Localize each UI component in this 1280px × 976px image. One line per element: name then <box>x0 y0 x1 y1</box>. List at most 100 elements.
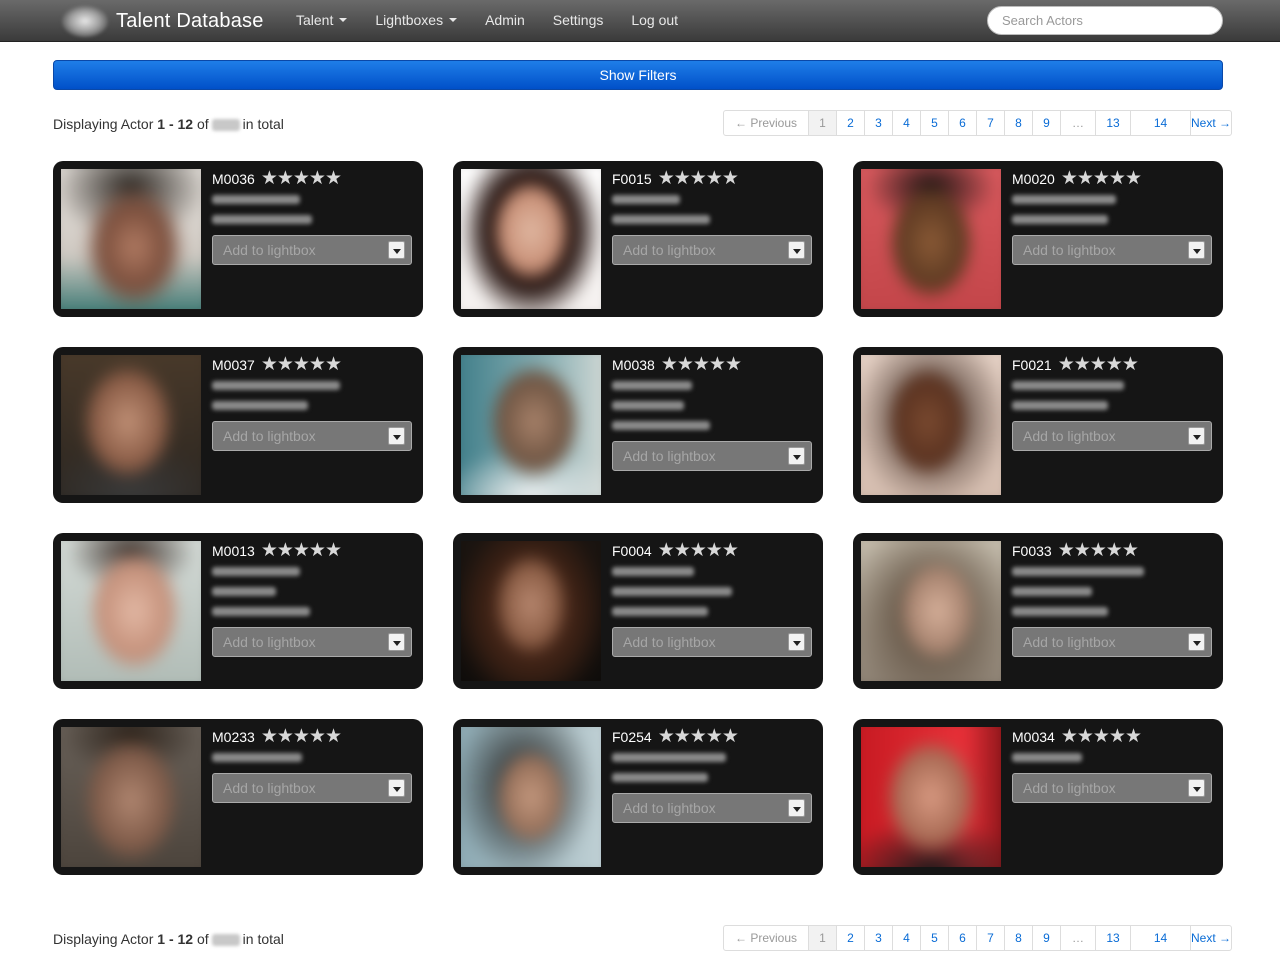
star-rating-icon[interactable]: ★★★★★ <box>658 541 739 561</box>
dropdown-arrow-icon[interactable] <box>1188 241 1205 259</box>
actor-photo[interactable] <box>61 727 201 867</box>
actor-code[interactable]: M0233 <box>212 729 255 745</box>
actor-code[interactable]: M0034 <box>1012 729 1055 745</box>
actor-photo-image <box>861 169 1001 309</box>
pagination-page-4[interactable]: 4 <box>892 926 920 950</box>
star-rating-icon[interactable]: ★★★★★ <box>261 541 342 561</box>
pagination-page-3[interactable]: 3 <box>864 111 892 135</box>
nav-admin[interactable]: Admin <box>471 0 539 42</box>
star-rating-icon[interactable]: ★★★★★ <box>1058 541 1139 561</box>
add-to-lightbox-label: Add to lightbox <box>223 428 316 444</box>
nav-talent[interactable]: Talent <box>282 0 361 42</box>
star-rating-icon[interactable]: ★★★★★ <box>1058 355 1139 375</box>
pagination-page-7[interactable]: 7 <box>976 111 1004 135</box>
star-rating-icon[interactable]: ★★★★★ <box>1061 169 1142 189</box>
actor-code[interactable]: M0036 <box>212 171 255 187</box>
pagination-page-8[interactable]: 8 <box>1004 111 1032 135</box>
dropdown-arrow-icon[interactable] <box>388 427 405 445</box>
actor-photo[interactable] <box>861 727 1001 867</box>
pagination-page-14[interactable]: 14 <box>1130 926 1190 950</box>
actor-code[interactable]: F0015 <box>612 171 652 187</box>
add-to-lightbox-select[interactable]: Add to lightbox <box>212 627 412 657</box>
dropdown-arrow-icon[interactable] <box>788 447 805 465</box>
dropdown-arrow-icon[interactable] <box>388 633 405 651</box>
pagination-page-3[interactable]: 3 <box>864 926 892 950</box>
nav-logout[interactable]: Log out <box>617 0 692 42</box>
actor-code[interactable]: F0021 <box>1012 357 1052 373</box>
add-to-lightbox-select[interactable]: Add to lightbox <box>212 235 412 265</box>
actor-photo-image <box>61 541 201 681</box>
add-to-lightbox-select[interactable]: Add to lightbox <box>1012 773 1212 803</box>
dropdown-arrow-icon[interactable] <box>788 799 805 817</box>
pagination-page-9[interactable]: 9 <box>1032 111 1060 135</box>
actor-code[interactable]: M0013 <box>212 543 255 559</box>
actor-header: M0036 ★★★★★ <box>212 169 412 189</box>
actor-photo[interactable] <box>61 541 201 681</box>
dropdown-arrow-icon[interactable] <box>788 241 805 259</box>
dropdown-arrow-icon[interactable] <box>1188 633 1205 651</box>
pagination-page-2[interactable]: 2 <box>836 111 864 135</box>
brand[interactable]: Talent Database <box>62 4 264 38</box>
actor-photo[interactable] <box>461 355 601 495</box>
pagination-page-5[interactable]: 5 <box>920 926 948 950</box>
star-rating-icon[interactable]: ★★★★★ <box>261 727 342 747</box>
pagination-page-9[interactable]: 9 <box>1032 926 1060 950</box>
nav-settings[interactable]: Settings <box>539 0 618 42</box>
pagination-page-4[interactable]: 4 <box>892 111 920 135</box>
actor-photo[interactable] <box>461 541 601 681</box>
dropdown-arrow-icon[interactable] <box>788 633 805 651</box>
redacted-text <box>212 566 300 576</box>
pagination-next[interactable]: Next → <box>1190 926 1231 950</box>
star-rating-icon[interactable]: ★★★★★ <box>658 169 739 189</box>
actor-code[interactable]: F0254 <box>612 729 652 745</box>
pagination-page-14[interactable]: 14 <box>1130 111 1190 135</box>
pagination-page-5[interactable]: 5 <box>920 111 948 135</box>
show-filters-button[interactable]: Show Filters <box>53 60 1223 90</box>
pagination-page-13[interactable]: 13 <box>1095 926 1130 950</box>
dropdown-arrow-icon[interactable] <box>388 241 405 259</box>
add-to-lightbox-select[interactable]: Add to lightbox <box>1012 421 1212 451</box>
star-rating-icon[interactable]: ★★★★★ <box>658 727 739 747</box>
actor-code[interactable]: F0033 <box>1012 543 1052 559</box>
actor-code[interactable]: M0037 <box>212 357 255 373</box>
actor-photo[interactable] <box>61 355 201 495</box>
add-to-lightbox-select[interactable]: Add to lightbox <box>612 441 812 471</box>
redacted-detail-line <box>1012 561 1212 581</box>
actor-photo[interactable] <box>461 727 601 867</box>
pagination-page-6[interactable]: 6 <box>948 926 976 950</box>
star-rating-icon[interactable]: ★★★★★ <box>261 169 342 189</box>
actor-photo[interactable] <box>461 169 601 309</box>
actor-photo[interactable] <box>861 169 1001 309</box>
add-to-lightbox-select[interactable]: Add to lightbox <box>612 235 812 265</box>
add-to-lightbox-select[interactable]: Add to lightbox <box>1012 627 1212 657</box>
star-rating-icon[interactable]: ★★★★★ <box>1061 727 1142 747</box>
actor-photo[interactable] <box>861 541 1001 681</box>
add-to-lightbox-select[interactable]: Add to lightbox <box>212 773 412 803</box>
pagination-page-8[interactable]: 8 <box>1004 926 1032 950</box>
actor-info: M0020 ★★★★★ Add to lightbox <box>1012 169 1212 265</box>
actor-code[interactable]: M0020 <box>1012 171 1055 187</box>
nav-lightboxes[interactable]: Lightboxes <box>361 0 471 42</box>
actor-photo[interactable] <box>861 355 1001 495</box>
search-actors-input[interactable] <box>987 6 1223 35</box>
add-to-lightbox-select[interactable]: Add to lightbox <box>612 793 812 823</box>
pagination-page-7[interactable]: 7 <box>976 926 1004 950</box>
pagination-page-6[interactable]: 6 <box>948 111 976 135</box>
dropdown-arrow-icon[interactable] <box>1188 779 1205 797</box>
add-to-lightbox-label: Add to lightbox <box>1023 634 1116 650</box>
redacted-text <box>1012 752 1082 762</box>
nav-lightboxes-label: Lightboxes <box>375 12 444 28</box>
actor-code[interactable]: F0004 <box>612 543 652 559</box>
add-to-lightbox-select[interactable]: Add to lightbox <box>612 627 812 657</box>
add-to-lightbox-select[interactable]: Add to lightbox <box>212 421 412 451</box>
pagination-page-13[interactable]: 13 <box>1095 111 1130 135</box>
dropdown-arrow-icon[interactable] <box>388 779 405 797</box>
star-rating-icon[interactable]: ★★★★★ <box>261 355 342 375</box>
pagination-page-2[interactable]: 2 <box>836 926 864 950</box>
actor-photo[interactable] <box>61 169 201 309</box>
add-to-lightbox-select[interactable]: Add to lightbox <box>1012 235 1212 265</box>
star-rating-icon[interactable]: ★★★★★ <box>661 355 742 375</box>
pagination-next[interactable]: Next → <box>1190 111 1231 135</box>
dropdown-arrow-icon[interactable] <box>1188 427 1205 445</box>
actor-code[interactable]: M0038 <box>612 357 655 373</box>
